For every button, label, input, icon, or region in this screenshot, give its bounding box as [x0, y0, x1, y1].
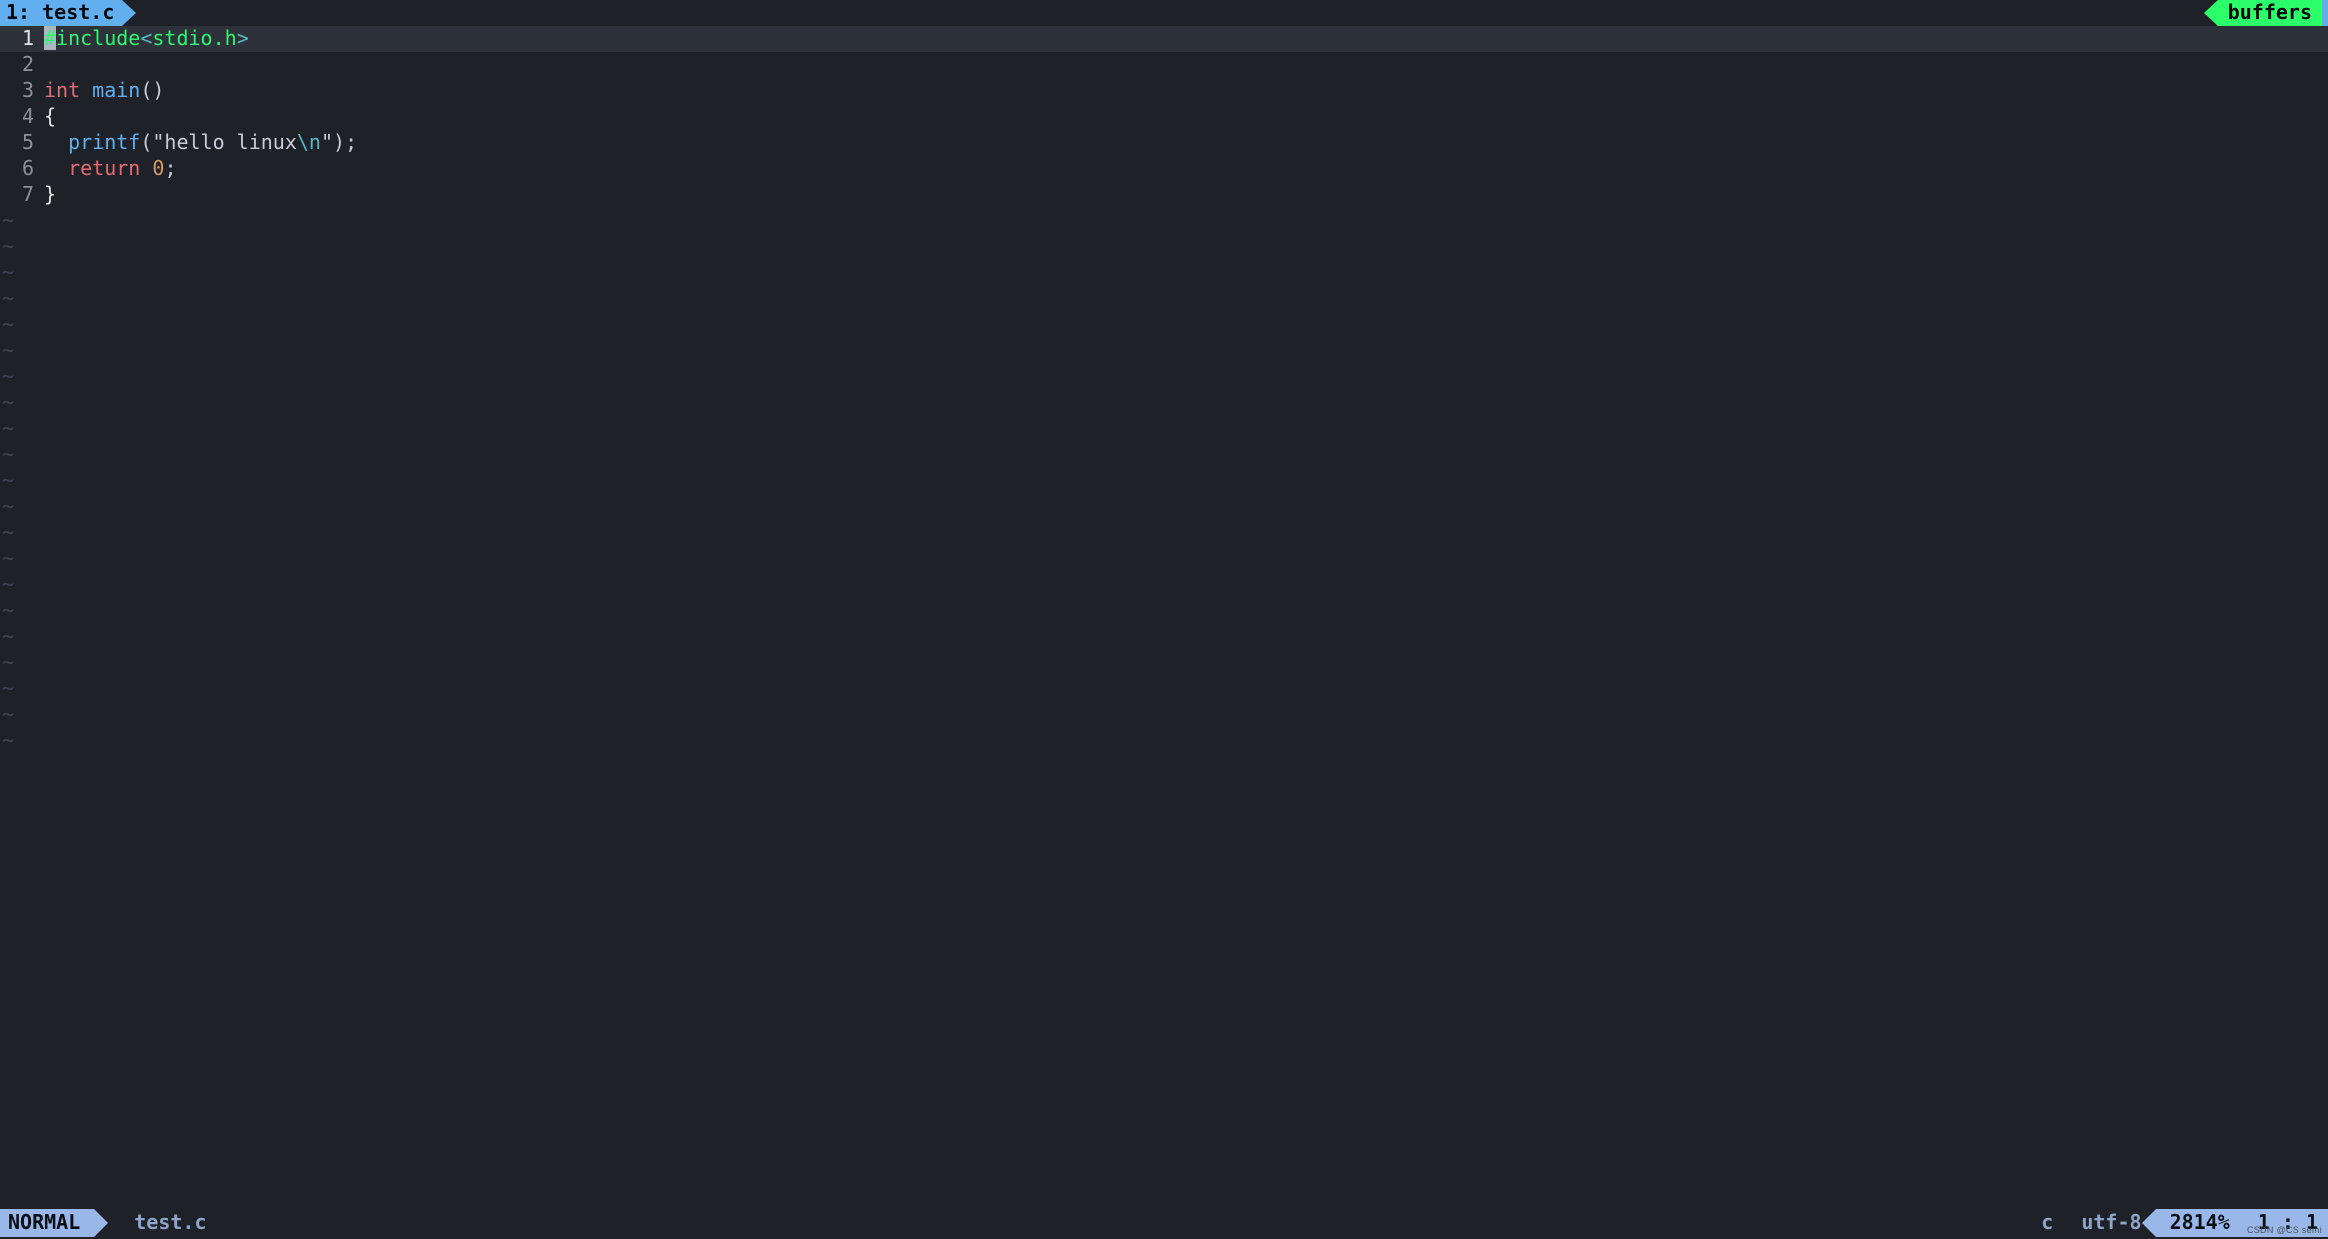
code-line[interactable]: 5 printf("hello linux\n");: [0, 130, 2328, 156]
code-line[interactable]: 6 return 0;: [0, 156, 2328, 182]
code-line[interactable]: 1#include<stdio.h>: [0, 26, 2328, 52]
code-content: return 0;: [44, 156, 2328, 182]
filetype-segment: c: [2027, 1209, 2067, 1237]
line-number: 4: [0, 104, 44, 130]
code-content: printf("hello linux\n");: [44, 130, 2328, 156]
empty-line-tilde: ~: [0, 598, 2328, 624]
status-line: NORMAL test.c c utf-8 2814% 1 : 1: [0, 1209, 2328, 1237]
line-number: 2: [0, 52, 44, 78]
percent-label: 2814%: [2170, 1210, 2230, 1236]
empty-line-tilde: ~: [0, 312, 2328, 338]
percent-segment: 2814%: [2156, 1209, 2244, 1237]
code-line[interactable]: 4{: [0, 104, 2328, 130]
empty-line-tilde: ~: [0, 728, 2328, 754]
buffer-tab-label: 1: test.c: [6, 0, 114, 26]
line-number: 6: [0, 156, 44, 182]
watermark: CSDN @CS semi: [2247, 1225, 2322, 1237]
empty-line-tilde: ~: [0, 286, 2328, 312]
code-editor[interactable]: 1#include<stdio.h>23int main()4{5 printf…: [0, 26, 2328, 1209]
empty-line-tilde: ~: [0, 364, 2328, 390]
empty-line-tilde: ~: [0, 572, 2328, 598]
empty-line-tilde: ~: [0, 676, 2328, 702]
editor-screen: 1: test.c buffers 1#include<stdio.h>23in…: [0, 0, 2328, 1239]
buffers-indicator[interactable]: buffers: [2218, 0, 2322, 26]
code-content: #include<stdio.h>: [44, 26, 2328, 52]
empty-line-tilde: ~: [0, 494, 2328, 520]
empty-line-tilde: ~: [0, 546, 2328, 572]
empty-line-tilde: ~: [0, 208, 2328, 234]
code-line[interactable]: 2: [0, 52, 2328, 78]
empty-line-tilde: ~: [0, 650, 2328, 676]
empty-line-tilde: ~: [0, 702, 2328, 728]
empty-line-tilde: ~: [0, 390, 2328, 416]
code-content: int main(): [44, 78, 2328, 104]
buffer-tab[interactable]: 1: test.c: [0, 0, 122, 26]
buffers-indicator-label: buffers: [2228, 0, 2312, 26]
empty-line-tilde: ~: [0, 442, 2328, 468]
code-line[interactable]: 7}: [0, 182, 2328, 208]
line-number: 3: [0, 78, 44, 104]
empty-line-tilde: ~: [0, 338, 2328, 364]
empty-line-tilde: ~: [0, 624, 2328, 650]
line-number: 1: [0, 26, 44, 52]
empty-line-tilde: ~: [0, 416, 2328, 442]
filetype-label: c: [2041, 1210, 2053, 1236]
empty-line-tilde: ~: [0, 234, 2328, 260]
code-content: {: [44, 104, 2328, 130]
mode-segment: NORMAL: [0, 1209, 94, 1237]
buffer-tabline: 1: test.c buffers: [0, 0, 2328, 26]
empty-line-tilde: ~: [0, 520, 2328, 546]
empty-line-tilde: ~: [0, 468, 2328, 494]
mode-label: NORMAL: [8, 1210, 80, 1236]
empty-line-tilde: ~: [0, 260, 2328, 286]
encoding-label: utf-8: [2081, 1210, 2141, 1236]
code-line[interactable]: 3int main(): [0, 78, 2328, 104]
line-number: 5: [0, 130, 44, 156]
filename-segment: test.c: [114, 1209, 220, 1237]
status-spacer: [221, 1209, 2028, 1237]
code-content: }: [44, 182, 2328, 208]
line-number: 7: [0, 182, 44, 208]
filename-label: test.c: [134, 1210, 206, 1236]
